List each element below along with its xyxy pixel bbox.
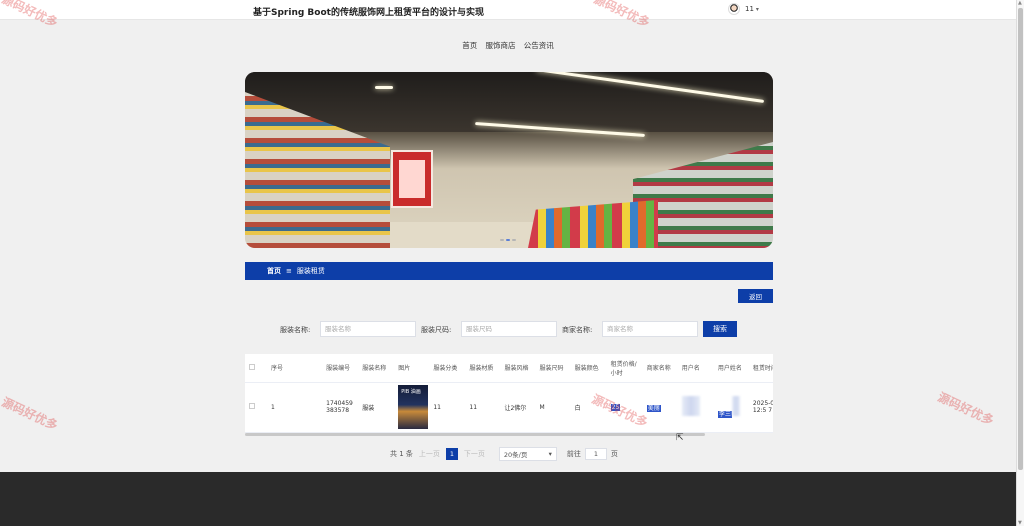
column-header: 服装名称	[358, 354, 395, 383]
cell-name: 服装	[358, 382, 395, 433]
cell-price: 25	[610, 403, 621, 411]
column-header: 服装风格	[500, 354, 536, 383]
breadcrumb: 首页 ≡ 服装租赁	[245, 262, 773, 280]
cell-merchant: 美丽	[646, 404, 661, 412]
carousel-dot[interactable]	[506, 239, 510, 241]
banner-light	[375, 86, 393, 89]
breadcrumb-home[interactable]: 首页	[267, 266, 281, 276]
goto-label: 前往	[566, 450, 581, 458]
goto-suffix: 页	[610, 450, 618, 458]
column-header: 服装材质	[465, 354, 501, 383]
carousel-indicators[interactable]	[500, 239, 516, 241]
clothing-image[interactable]: PIB 油画	[398, 385, 429, 429]
nav-shop[interactable]: 服饰商店	[486, 40, 516, 51]
cell-color: 白	[570, 382, 607, 433]
prev-page-button[interactable]: 上一页	[419, 449, 440, 459]
search-label-size: 服装尺码:	[421, 326, 452, 334]
back-button[interactable]: 返回	[738, 289, 773, 303]
column-header: 服装编号	[322, 354, 359, 383]
row-checkbox[interactable]	[249, 403, 255, 409]
cell-username-blurred	[681, 396, 700, 416]
cell-size: M	[535, 382, 571, 433]
nav-news[interactable]: 公告资讯	[524, 40, 554, 51]
column-header: 服装尺码	[535, 354, 571, 383]
select-all-checkbox[interactable]	[249, 363, 255, 370]
scroll-up-icon[interactable]: ▲	[1018, 0, 1022, 6]
total-count: 共 1 条	[390, 450, 413, 458]
watermark: 源码好优多	[935, 389, 996, 428]
search-label-name: 服装名称:	[280, 326, 311, 334]
cell-index: 1	[267, 382, 323, 433]
column-header: 序号	[267, 354, 323, 383]
banner-carousel[interactable]	[245, 72, 773, 248]
page-size-value: 20条/页	[503, 451, 528, 459]
carousel-dot[interactable]	[500, 239, 504, 241]
breadcrumb-current: 服装租赁	[296, 267, 325, 275]
goto-page-input[interactable]: 1	[584, 448, 607, 460]
search-label-merchant: 商家名称:	[562, 326, 593, 334]
table-row[interactable]: 1 1740459383578 服装 PIB 油画 11 11 让2佛尔 M 白…	[245, 382, 773, 433]
horizontal-scrollbar[interactable]	[245, 433, 773, 436]
column-header: 用户名	[677, 354, 714, 383]
blurred-area	[731, 396, 740, 416]
next-page-button[interactable]: 下一页	[464, 449, 485, 459]
banner-display	[528, 200, 658, 248]
column-header: 服装颜色	[570, 354, 607, 383]
column-header: 租赁价格/小时	[606, 354, 643, 383]
column-header: 租赁时间	[748, 354, 773, 383]
menu-icon: ≡	[286, 267, 292, 275]
page-size-select[interactable]: 20条/页 ▾	[498, 447, 557, 461]
footer	[0, 472, 1016, 526]
column-header: 用户姓名	[713, 354, 749, 383]
main-nav: 首页 服饰商店 公告资讯	[0, 40, 1016, 51]
page-scrollbar[interactable]: ▲ ▼	[1016, 0, 1024, 526]
column-header: 图片	[394, 354, 430, 383]
image-caption: PIB 油画	[401, 389, 421, 395]
banner-fridge	[391, 150, 433, 208]
avatar[interactable]	[728, 3, 740, 15]
watermark: 源码好优多	[0, 394, 60, 433]
search-button[interactable]: 搜索	[703, 321, 737, 337]
chevron-down-icon: ▾	[548, 450, 552, 458]
rental-table: 序号 服装编号 服装名称 图片 服装分类 服装材质 服装风格 服装尺码 服装颜色…	[245, 354, 773, 436]
cell-category: 11	[429, 382, 466, 433]
scrollbar-thumb[interactable]	[1018, 8, 1023, 470]
nav-home[interactable]: 首页	[462, 40, 477, 51]
search-form: 服装名称: 服装尺码: 商家名称: 搜索	[280, 321, 760, 337]
mouse-cursor-icon: ⇱	[676, 433, 684, 443]
scrollbar-thumb[interactable]	[245, 433, 705, 436]
column-header: 服装分类	[429, 354, 466, 383]
clothing-size-input[interactable]	[461, 321, 557, 337]
column-header: 商家名称	[642, 354, 678, 383]
page-number-current[interactable]: 1	[445, 448, 458, 460]
cell-material: 11	[465, 382, 501, 433]
user-name[interactable]: 11	[745, 5, 754, 13]
clothing-name-input[interactable]	[320, 321, 416, 337]
table-header-row: 序号 服装编号 服装名称 图片 服装分类 服装材质 服装风格 服装尺码 服装颜色…	[245, 354, 773, 383]
cell-realname: 李三	[717, 411, 732, 418]
top-header: 基于Spring Boot的传统服饰网上租赁平台的设计与实现 11 ▾	[0, 0, 1016, 20]
user-menu[interactable]: 11 ▾	[728, 3, 759, 15]
merchant-name-input[interactable]	[602, 321, 698, 337]
chevron-down-icon[interactable]: ▾	[756, 6, 759, 13]
cell-style: 让2佛尔	[500, 382, 536, 433]
cell-code: 1740459383578	[322, 382, 359, 433]
pagination: 共 1 条 上一页 1 下一页 20条/页 ▾ 前往 1 页	[390, 447, 618, 461]
carousel-dot[interactable]	[512, 239, 516, 241]
scroll-down-icon[interactable]: ▼	[1018, 520, 1022, 526]
cell-time: 2025-02 12:5 7	[748, 382, 773, 433]
site-title: 基于Spring Boot的传统服饰网上租赁平台的设计与实现	[253, 8, 484, 18]
